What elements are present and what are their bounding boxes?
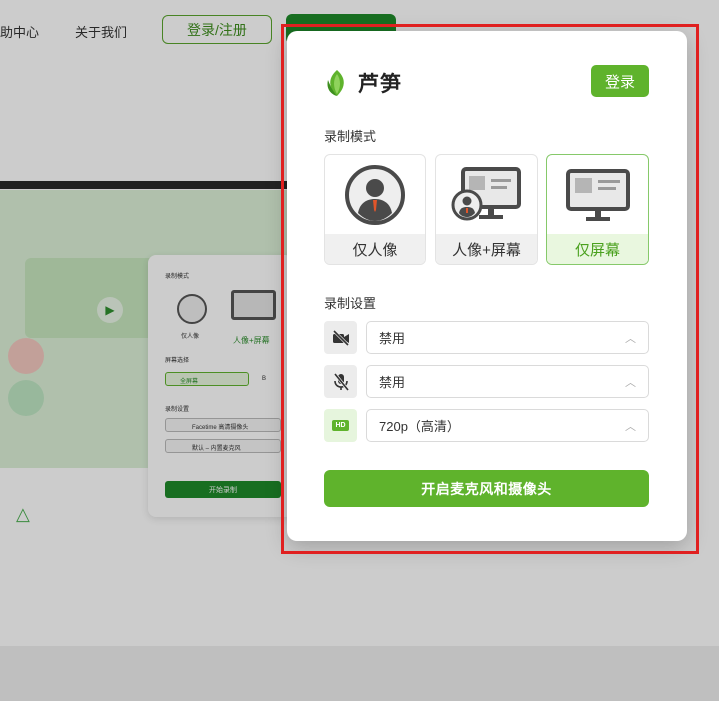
login-button[interactable]: 登录 [591,65,649,97]
camera-select[interactable]: 禁用 ︿ [366,321,649,354]
mic-off-icon[interactable] [324,365,357,398]
camera-setting-row: 禁用 ︿ [324,321,649,355]
microphone-select[interactable]: 禁用 ︿ [366,365,649,398]
screen-icon [547,155,648,235]
mode-option-portrait-screen[interactable]: 人像+屏幕 [435,154,538,265]
enable-mic-camera-button[interactable]: 开启麦克风和摄像头 [324,470,649,507]
leaf-logo-icon [327,70,344,96]
resolution-select-value: 720p（高清） [379,419,460,434]
brand-name: 芦笋 [358,73,402,96]
resolution-select[interactable]: 720p（高清） ︿ [366,409,649,442]
chevron-up-icon: ︿ [625,332,636,345]
portrait-icon [325,155,425,235]
microphone-setting-row: 禁用 ︿ [324,365,649,399]
resolution-setting-row: HD 720p（高清） ︿ [324,409,649,443]
camera-off-icon[interactable] [324,321,357,354]
mode-label-portrait-screen: 人像+屏幕 [436,234,537,264]
hd-icon-label: HD [332,420,349,431]
camera-select-value: 禁用 [379,331,406,346]
mode-label-portrait: 仅人像 [325,234,425,264]
record-mode-title: 录制模式 [324,129,377,144]
recorder-popup: 芦笋 登录 录制模式 仅人像 人像+屏幕 仅屏幕 录制设置 禁用 ︿ 禁用 ︿ … [287,31,687,541]
microphone-select-value: 禁用 [379,375,406,390]
chevron-up-icon: ︿ [625,420,636,433]
hd-icon[interactable]: HD [324,409,357,442]
record-settings-title: 录制设置 [324,296,377,311]
mode-option-portrait[interactable]: 仅人像 [324,154,426,265]
brand-logo: 芦笋 [324,68,402,98]
portrait-screen-icon [436,155,537,235]
chevron-up-icon: ︿ [625,376,636,389]
mode-label-screen-only: 仅屏幕 [547,234,648,264]
mode-option-screen-only[interactable]: 仅屏幕 [546,154,649,265]
